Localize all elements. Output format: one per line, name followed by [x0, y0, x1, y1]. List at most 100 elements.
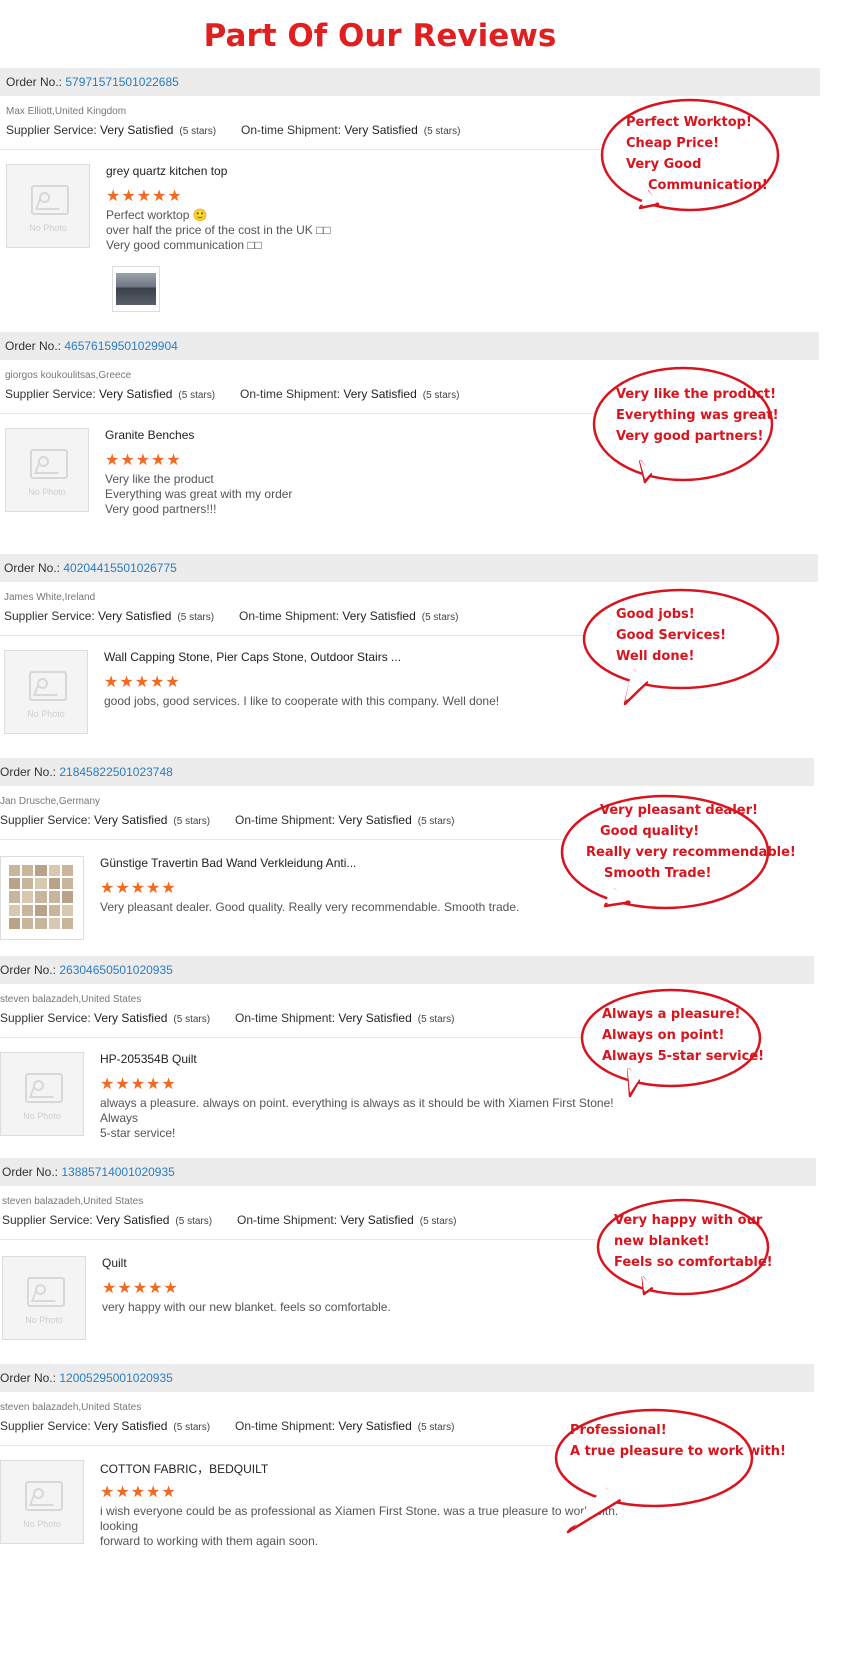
shipment-group: On-time Shipment: Very Satisfied (5 stars… — [235, 813, 454, 827]
order-number-link[interactable]: 46576159501029904 — [64, 339, 177, 353]
bubble-line: Smooth Trade! — [604, 866, 712, 881]
order-bar: Order No.: 46576159501029904 — [0, 332, 819, 360]
supplier-service-value: Very Satisfied — [99, 387, 173, 401]
no-photo-label: No Photo — [29, 223, 67, 233]
product-name-link[interactable]: Quilt — [102, 1256, 127, 1270]
bubble-line: Well done! — [616, 649, 695, 664]
ontime-shipment-stars: (5 stars) — [417, 1014, 455, 1025]
review-highlight-bubble: Always a pleasure! Always on point! Always… — [580, 988, 764, 1098]
bubble-text: Very like the product! Everything was gre… — [616, 384, 779, 447]
product-thumbnail[interactable]: No Photo — [0, 1052, 84, 1136]
order-no-label: Order No.: — [2, 1165, 62, 1179]
order-number-link[interactable]: 21845822501023748 — [59, 765, 172, 779]
order-bar: Order No.: 12005295001020935 — [0, 1364, 814, 1392]
ontime-shipment-stars: (5 stars) — [419, 1216, 457, 1227]
review-attachment-image[interactable] — [112, 266, 160, 312]
divider — [0, 1445, 634, 1446]
ontime-shipment-label: On-time Shipment: — [237, 1213, 341, 1227]
review-highlight-bubble: Professional! A true pleasure to work wit… — [554, 1408, 786, 1534]
page-title: Part Of Our Reviews — [203, 18, 557, 54]
star-rating: ★★★★★ — [105, 452, 182, 469]
supplier-service-label: Supplier Service: — [0, 813, 95, 827]
bubble-line: A true pleasure to work with! — [570, 1444, 786, 1459]
image-placeholder-icon — [25, 1481, 63, 1511]
shipment-group: On-time Shipment: Very Satisfied (5 stars… — [241, 123, 460, 137]
bubble-line: Very Good — [626, 157, 702, 172]
no-photo-label: No Photo — [23, 1519, 61, 1529]
product-name-link[interactable]: COTTON FABRIC，BEDQUILT — [100, 1460, 268, 1477]
ontime-shipment-label: On-time Shipment: — [241, 123, 345, 137]
ontime-shipment-stars: (5 stars) — [423, 126, 461, 137]
review-comment: very happy with our new blanket. feels s… — [102, 1300, 622, 1315]
comment-line: Very good partners!!! — [105, 502, 217, 516]
shipment-group: On-time Shipment: Very Satisfied (5 stars… — [235, 1011, 454, 1025]
product-thumbnail[interactable]: No Photo — [5, 428, 89, 512]
bubble-line: Very like the product! — [616, 387, 776, 402]
supplier-service-label: Supplier Service: — [6, 123, 101, 137]
image-placeholder-icon — [31, 185, 69, 215]
travertin-tiles-image — [9, 865, 73, 929]
bubble-text: Very pleasant dealer! Good quality! Really… — [586, 800, 796, 884]
review-comment: Very like the product Everything was grea… — [105, 472, 625, 517]
product-name-link[interactable]: Granite Benches — [105, 428, 194, 442]
order-number-link[interactable]: 40204415501026775 — [63, 561, 176, 575]
ontime-shipment-label: On-time Shipment: — [239, 609, 343, 623]
ontime-shipment-value: Very Satisfied — [342, 609, 416, 623]
supplier-service-value: Very Satisfied — [94, 1011, 168, 1025]
bubble-line: Professional! — [570, 1423, 667, 1438]
bubble-line: Cheap Price! — [626, 136, 720, 151]
product-thumbnail[interactable]: No Photo — [2, 1256, 86, 1340]
product-name-link[interactable]: Günstige Travertin Bad Wand Verkleidung … — [100, 856, 356, 870]
supplier-service-label: Supplier Service: — [2, 1213, 97, 1227]
no-photo-label: No Photo — [23, 1111, 61, 1121]
supplier-service-label: Supplier Service: — [0, 1419, 95, 1433]
order-no-label: Order No.: — [0, 963, 60, 977]
order-number-link[interactable]: 13885714001020935 — [61, 1165, 174, 1179]
order-number-link[interactable]: 12005295001020935 — [59, 1371, 172, 1385]
ontime-shipment-stars: (5 stars) — [422, 390, 460, 401]
product-name-link[interactable]: HP-205354B Quilt — [100, 1052, 197, 1066]
review-comment: good jobs, good services. I like to coop… — [104, 694, 624, 709]
ontime-shipment-stars: (5 stars) — [417, 1422, 455, 1433]
kitchen-photo — [116, 273, 156, 305]
review-comment: Perfect worktop 🙂 over half the price of … — [106, 208, 626, 253]
ontime-shipment-label: On-time Shipment: — [235, 1419, 339, 1433]
product-thumbnail[interactable] — [0, 856, 84, 940]
bubble-line: Always on point! — [602, 1028, 725, 1043]
product-thumbnail[interactable]: No Photo — [6, 164, 90, 248]
bubble-line: Feels so comfortable! — [614, 1255, 773, 1270]
bubble-line: new blanket! — [614, 1234, 710, 1249]
image-placeholder-icon — [30, 449, 68, 479]
divider — [0, 1037, 634, 1038]
product-thumbnail[interactable]: No Photo — [4, 650, 88, 734]
divider — [0, 839, 634, 840]
supplier-service-stars: (5 stars) — [175, 1216, 213, 1227]
order-bar: Order No.: 13885714001020935 — [0, 1158, 816, 1186]
ontime-shipment-value: Very Satisfied — [338, 1419, 412, 1433]
comment-line: good jobs, good services. I like to coop… — [104, 694, 500, 708]
supplier-service-stars: (5 stars) — [179, 126, 217, 137]
order-number-link[interactable]: 57971571501022685 — [65, 75, 178, 89]
no-photo-label: No Photo — [28, 487, 66, 497]
no-photo-label: No Photo — [27, 709, 65, 719]
ontime-shipment-label: On-time Shipment: — [235, 1011, 339, 1025]
bubble-line: Communication! — [648, 178, 768, 193]
divider — [0, 149, 640, 150]
bubble-line: Good jobs! — [616, 607, 695, 622]
supplier-service-stars: (5 stars) — [173, 1422, 211, 1433]
product-name-link[interactable]: Wall Capping Stone, Pier Caps Stone, Out… — [104, 650, 401, 664]
divider — [0, 1239, 636, 1240]
product-name-link[interactable]: grey quartz kitchen top — [106, 164, 227, 178]
order-number-link[interactable]: 26304650501020935 — [59, 963, 172, 977]
bubble-line: Good Services! — [616, 628, 727, 643]
review-comment: always a pleasure. always on point. ever… — [100, 1096, 620, 1141]
comment-line: over half the price of the cost in the U… — [106, 223, 331, 237]
comment-line: Very good communication □□ — [106, 238, 262, 252]
order-no-label: Order No.: — [0, 1371, 60, 1385]
image-placeholder-icon — [29, 671, 67, 701]
divider — [0, 413, 639, 414]
product-thumbnail[interactable]: No Photo — [0, 1460, 84, 1544]
bubble-text: Always a pleasure! Always on point! Always… — [602, 1004, 764, 1067]
comment-line: i wish everyone could be as professional… — [100, 1504, 619, 1533]
review-highlight-bubble: Perfect Worktop! Cheap Price! Very Good Com… — [600, 98, 780, 212]
